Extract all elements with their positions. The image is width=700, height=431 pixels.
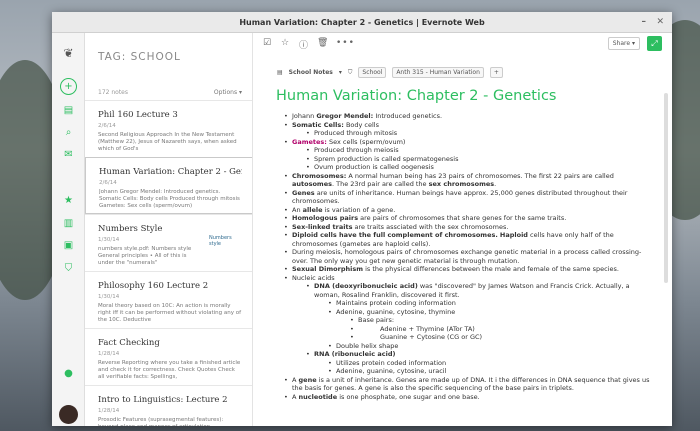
list-item: Double helix shape [284,342,654,351]
user-avatar[interactable] [59,405,78,424]
note-card-title: Intro to Linguistics: Lecture 2 [98,395,228,405]
work-chat-icon[interactable]: ✉ [61,147,76,162]
share-label: Share [612,40,631,47]
notes-icon[interactable]: ▥ [61,216,76,231]
list-item: Maintains protein coding information [284,299,654,308]
list-item: Nucleic acids [284,274,654,283]
tags-icon[interactable]: ⛉ [61,261,76,276]
list-item: An allele is variation of a gene. [284,206,654,215]
add-tag-button[interactable]: + [489,67,503,78]
note-card-date: 1/30/14 [98,294,120,300]
list-item: Ovum production is called oogenesis [284,163,654,172]
list-item: A gene is a unit of inheritance. Genes a… [284,376,654,393]
editor-scrollbar[interactable] [664,93,668,283]
tips-lightbulb-icon[interactable]: ● [61,366,76,381]
list-item: Adenine, guanine, cytosine, uracil [284,367,654,376]
note-card-title: Philosophy 160 Lecture 2 [98,281,209,291]
list-item: Gametes: Sex cells (sperm/ovum) [284,138,654,147]
close-icon[interactable]: ✕ [656,16,664,28]
note-card-title: Phil 160 Lecture 3 [98,110,178,120]
tag-chip[interactable]: School [358,67,387,78]
note-card[interactable]: Philosophy 160 Lecture 2 1/30/14 Moral t… [85,271,252,328]
note-list: Phil 160 Lecture 3 2/6/14 Second Religio… [85,100,252,426]
list-item: Sexual Dimorphism is the physical differ… [284,265,654,274]
list-item: Sex-linked traits are traits assciated w… [284,223,654,232]
expand-icon[interactable]: ⤢ [647,36,662,51]
list-item: Adenine + Thymine (ATor TA) [284,325,654,334]
evernote-window: Human Variation: Chapter 2 - Genetics | … [52,12,672,426]
chevron-down-icon: ▾ [631,40,635,47]
chevron-down-icon: ▾ [338,69,342,76]
list-item: Produced through mitosis [284,129,654,138]
shortcuts-star-icon[interactable]: ★ [61,193,76,208]
note-card-snippet: Moral theory based on 10C: An action is … [98,303,242,323]
note-card[interactable]: Fact Checking 1/28/14 Reverse Reporting … [85,328,252,385]
list-item: Base pairs: [284,316,654,325]
notebook-selector[interactable]: School Notes [289,69,333,76]
note-card-date: 1/28/14 [98,408,120,414]
notebooks-icon[interactable]: ▣ [61,238,76,253]
list-item: Somatic Cells: Body cells [284,121,654,130]
note-card-snippet: Second Religious Approach In the New Tes… [98,132,237,152]
note-card-selected[interactable]: Human Variation: Chapter 2 - Genet. 2/6/… [85,157,252,214]
note-card-snippet: Prosodic Features (suprasegmental featur… [98,417,224,426]
note-title[interactable]: Human Variation: Chapter 2 - Genetics [276,88,557,104]
list-item: Utilizes protein coded information [284,359,654,368]
list-item: DNA (deoxyribonucleic acid) was "discove… [284,282,654,299]
notebook-icon: ▤ [277,69,283,76]
note-card-date: 1/28/14 [98,351,120,357]
list-item: Sprem production is called spermatogenes… [284,155,654,164]
list-item: A nucleotide is one phosphate, one sugar… [284,393,654,402]
note-card-snippet: numbers style.pdf: Numbers style General… [98,246,192,266]
list-item: Johann Gregor Mendel: Introduced genetic… [284,112,654,121]
navigation-rail: ❦ + ▤ ⌕ ✉ ★ ▥ ▣ ⛉ ● [52,33,85,426]
note-body[interactable]: Johann Gregor Mendel: Introduced genetic… [284,112,654,401]
note-card-thumbnail: Numbers style [209,235,232,247]
list-item: Homologous pairs are pairs of chromosome… [284,214,654,223]
note-card-snippet: Reverse Reporting where you take a finis… [98,360,241,380]
note-card-title: Fact Checking [98,338,160,348]
list-item: Chromosomes: A normal human being has 23… [284,172,654,189]
note-card-date: 2/6/14 [98,123,116,129]
window-titlebar: Human Variation: Chapter 2 - Genetics | … [52,12,672,33]
note-card-title: Human Variation: Chapter 2 - Genet. [99,167,242,177]
list-item: Diploid cells have the full complement o… [284,231,654,248]
note-count: 172 notes [98,89,129,96]
search-icon[interactable]: ⌕ [61,125,76,140]
shortcut-star-icon[interactable]: ☆ [281,38,289,48]
tag-title: TAG: SCHOOL [98,51,181,63]
tag-chip[interactable]: Anth 315 - Human Variation [392,67,484,78]
info-icon[interactable]: ⓘ [299,38,308,51]
more-actions-icon[interactable]: ••• [336,38,355,48]
share-button[interactable]: Share ▾ [607,37,640,50]
list-item: During meiosis, homologous pairs of chro… [284,248,654,265]
note-card-date: 2/6/14 [99,180,117,186]
reminder-icon[interactable]: ☑ [263,38,271,48]
list-item: Guanine + Cytosine (CG or GC) [284,333,654,342]
list-item: Adenine, guanine, cytosine, thymine [284,308,654,317]
note-editor: ☑ ☆ ⓘ 🗑 ••• Share ▾ ⤢ ▤ School Notes ▾ ⛉… [253,33,672,426]
tag-icon: ⛉ [347,68,353,76]
note-card[interactable]: Intro to Linguistics: Lecture 2 1/28/14 … [85,385,252,426]
list-item: Produced through meiosis [284,146,654,155]
options-dropdown[interactable]: Options ▾ [214,89,242,96]
list-item: RNA (ribonucleic acid) [284,350,654,359]
note-list-panel: TAG: SCHOOL 172 notes Options ▾ Phil 160… [85,33,253,426]
trash-icon[interactable]: 🗑 [317,38,328,48]
note-card[interactable]: Phil 160 Lecture 3 2/6/14 Second Religio… [85,100,252,157]
minimize-icon[interactable]: – [642,16,647,28]
list-item: Genes are units of inheritance. Human be… [284,189,654,206]
new-note-icon[interactable]: + [60,78,77,95]
evernote-elephant-icon[interactable]: ❦ [61,45,76,60]
window-title: Human Variation: Chapter 2 - Genetics | … [239,18,485,27]
note-metadata-bar: ▤ School Notes ▾ ⛉ School Anth 315 - Hum… [277,67,503,78]
new-note-template-icon[interactable]: ▤ [61,103,76,118]
note-card[interactable]: Numbers Style 1/30/14 numbers style.pdf:… [85,214,252,271]
note-card-snippet: Johann Gregor Mendel: Introduced genetic… [99,189,240,209]
